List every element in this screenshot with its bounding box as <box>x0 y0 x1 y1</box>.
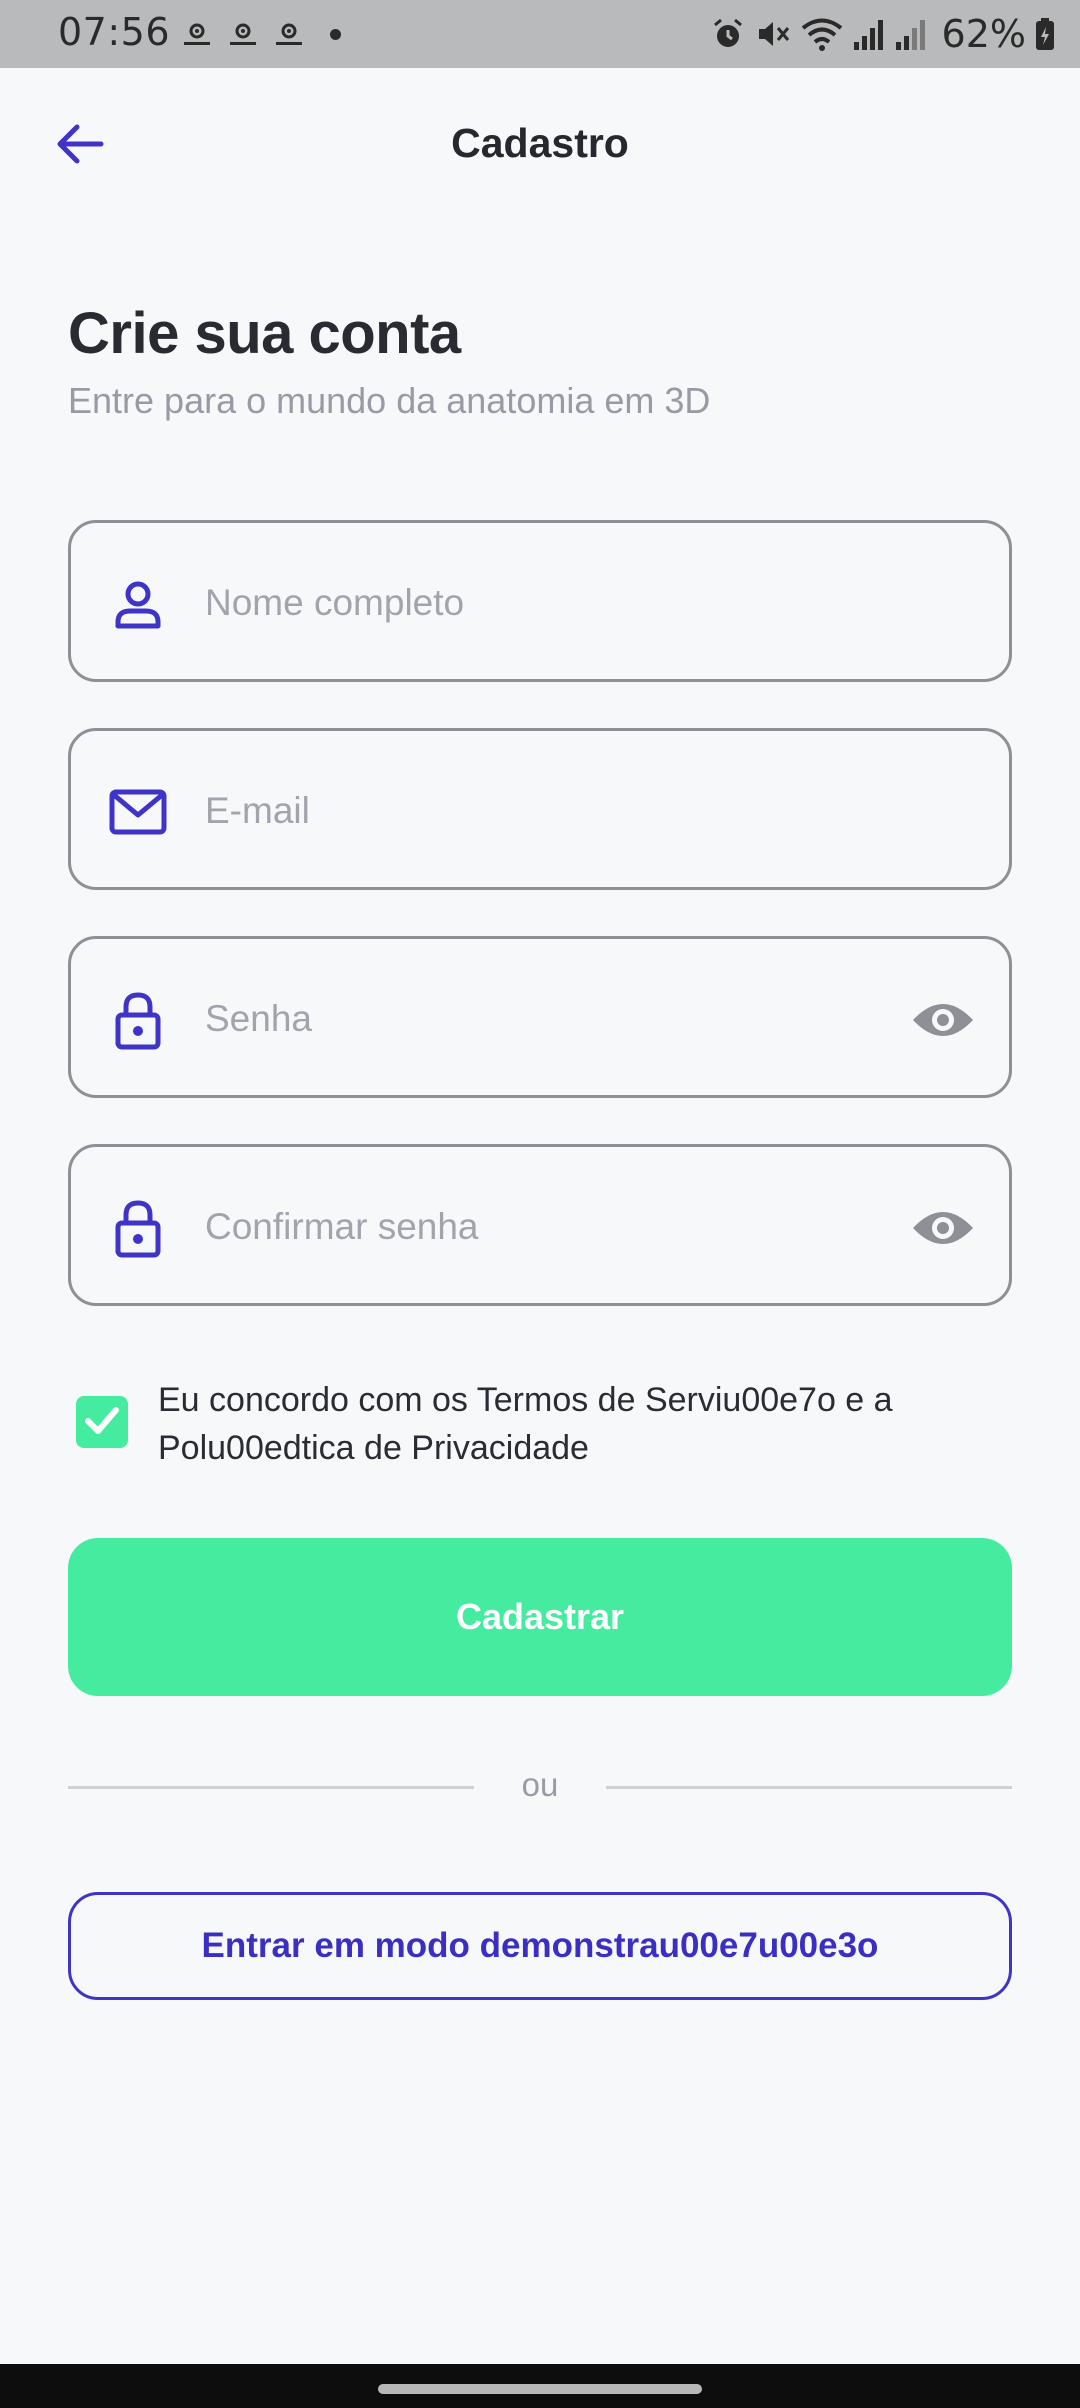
person-icon <box>105 571 171 637</box>
gear-icon <box>272 18 306 48</box>
demo-mode-button[interactable]: Entrar em modo demonstrau00e7u00e3o <box>68 1892 1012 2000</box>
name-field[interactable] <box>68 520 1012 682</box>
password-field[interactable] <box>68 936 1012 1098</box>
confirm-password-field[interactable] <box>68 1144 1012 1306</box>
check-icon <box>82 1400 122 1445</box>
mail-icon <box>105 779 171 845</box>
status-bar: 07:56 62% <box>0 0 1080 68</box>
eye-icon[interactable] <box>907 989 979 1051</box>
terms-checkbox[interactable] <box>76 1396 128 1448</box>
email-field[interactable] <box>68 728 1012 890</box>
wifi-icon <box>800 16 844 52</box>
navigation-bar <box>0 2364 1080 2408</box>
email-input[interactable] <box>205 761 845 861</box>
divider-left <box>68 1786 474 1789</box>
confirm-password-input[interactable] <box>205 1177 845 1277</box>
lock-icon <box>105 987 171 1053</box>
battery-percent: 62% <box>941 12 1026 56</box>
alarm-icon <box>710 16 746 52</box>
lock-icon <box>105 1195 171 1261</box>
password-input[interactable] <box>205 969 845 1069</box>
name-input[interactable] <box>205 553 845 653</box>
gear-icon <box>180 18 214 48</box>
notification-dot-icon <box>330 29 341 40</box>
mute-icon <box>754 16 792 52</box>
divider-label: ou <box>521 1766 559 1803</box>
home-handle[interactable] <box>378 2384 702 2394</box>
status-time: 07:56 <box>58 10 171 54</box>
signal-icon <box>852 16 886 52</box>
page-title: Cadastro <box>451 120 629 166</box>
form-heading: Crie sua conta <box>68 301 461 366</box>
eye-icon[interactable] <box>907 1197 979 1259</box>
terms-label[interactable]: Eu concordo com os Termos de Serviu00e7o… <box>158 1376 958 1472</box>
terms-line-1: Eu concordo com os Termos de Serviu00e7o… <box>158 1381 893 1419</box>
terms-line-2: Polu00edtica de Privacidade <box>158 1429 589 1467</box>
gear-icon <box>226 18 260 48</box>
divider-right <box>606 1786 1012 1789</box>
signal-icon <box>894 16 928 52</box>
register-button[interactable]: Cadastrar <box>68 1538 1012 1696</box>
battery-icon <box>1034 16 1056 52</box>
status-icons: 62% <box>710 12 1056 56</box>
form-subheading: Entre para o mundo da anatomia em 3D <box>68 380 711 421</box>
